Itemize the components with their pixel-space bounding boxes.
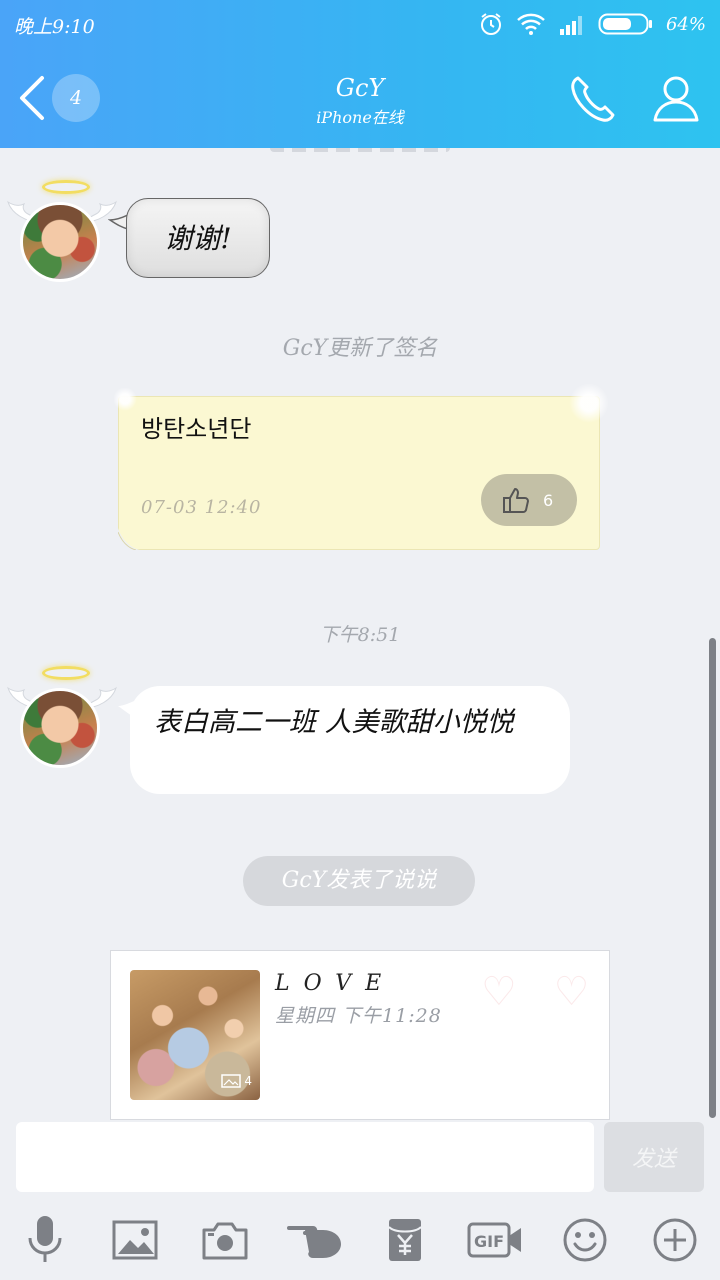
message-input[interactable] — [16, 1122, 594, 1192]
signature-update-notice: GcY更新了签名 — [282, 336, 438, 361]
sparkle-decoration — [113, 387, 137, 411]
signal-icon — [558, 13, 586, 35]
message-bubble[interactable]: 表白高二一班 人美歌甜小悦悦 — [130, 686, 570, 794]
image-button[interactable] — [107, 1214, 163, 1266]
emoji-icon — [563, 1218, 607, 1262]
red-packet-button[interactable] — [377, 1214, 433, 1266]
bottom-toolbar: GIF — [0, 1200, 720, 1280]
wifi-icon — [516, 12, 546, 36]
halo-decoration — [42, 180, 90, 194]
post-notice: GcY发表了说说 — [243, 856, 475, 906]
gif-icon: GIF — [467, 1222, 521, 1258]
battery-icon — [598, 12, 654, 36]
photo-count: 4 — [221, 1074, 252, 1088]
status-time: 晚上9:10 — [14, 16, 95, 38]
voice-button[interactable] — [17, 1214, 73, 1266]
contact-avatar[interactable] — [7, 666, 117, 776]
post-thumbnail: 4 — [130, 970, 260, 1100]
plus-icon — [653, 1218, 697, 1262]
post-time: 星期四 下午11:28 — [275, 1005, 442, 1027]
status-bar: 晚上9:10 64% — [0, 0, 720, 48]
camera-icon — [202, 1222, 248, 1260]
image-icon — [112, 1220, 158, 1260]
red-packet-icon — [388, 1219, 422, 1261]
input-row: 发送 — [0, 1120, 720, 1200]
profile-button[interactable] — [650, 72, 702, 124]
gif-button[interactable]: GIF — [467, 1214, 523, 1266]
chat-area[interactable]: 谢谢! GcY更新了签名 방탄소년단 07-03 12:40 6 下午8:51 … — [0, 148, 720, 1120]
post-title: LOVE — [275, 971, 396, 996]
signature-text: 방탄소년단 — [141, 415, 252, 443]
app-header: 晚上9:10 64% 4 GcY iPhone在线 — [0, 0, 720, 148]
photo-icon — [221, 1074, 242, 1088]
battery-percent: 64% — [665, 13, 706, 35]
signature-card[interactable]: 방탄소년단 07-03 12:40 6 — [113, 383, 609, 550]
status-icons: 64% — [478, 8, 706, 40]
nav-bar: 4 GcY iPhone在线 — [0, 48, 720, 148]
poke-button[interactable] — [287, 1214, 343, 1266]
shared-post-card[interactable]: 4 ♡ ♡ LOVE 星期四 下午11:28 — [110, 950, 610, 1120]
thumbs-up-icon — [503, 488, 529, 513]
page-curl-decoration — [118, 528, 140, 550]
signature-time: 07-03 12:40 — [141, 497, 262, 518]
halo-decoration — [42, 666, 90, 680]
call-button[interactable] — [568, 72, 620, 124]
poke-icon — [287, 1226, 341, 1258]
alarm-icon — [478, 11, 504, 37]
sparkle-decoration — [569, 383, 609, 423]
like-button[interactable]: 6 — [481, 474, 577, 526]
emoji-button[interactable] — [557, 1214, 613, 1266]
phone-icon — [571, 76, 615, 122]
avatar-photo — [20, 202, 100, 282]
profile-icon — [653, 76, 699, 122]
svg-text:GIF: GIF — [474, 1232, 504, 1251]
photo-count-label: 4 — [244, 1074, 252, 1088]
message-bubble[interactable]: 谢谢! — [126, 198, 270, 278]
post-watermark: ♡ ♡ — [481, 969, 602, 1015]
more-button[interactable] — [647, 1214, 703, 1266]
clipped-message-remnant — [270, 148, 450, 152]
camera-button[interactable] — [197, 1214, 253, 1266]
send-button[interactable]: 发送 — [604, 1122, 704, 1192]
like-count: 6 — [543, 490, 554, 510]
avatar-photo — [20, 688, 100, 768]
message-timestamp: 下午8:51 — [319, 624, 401, 646]
scrollbar[interactable] — [709, 638, 716, 1118]
contact-avatar[interactable] — [7, 180, 117, 290]
microphone-icon — [28, 1216, 62, 1262]
